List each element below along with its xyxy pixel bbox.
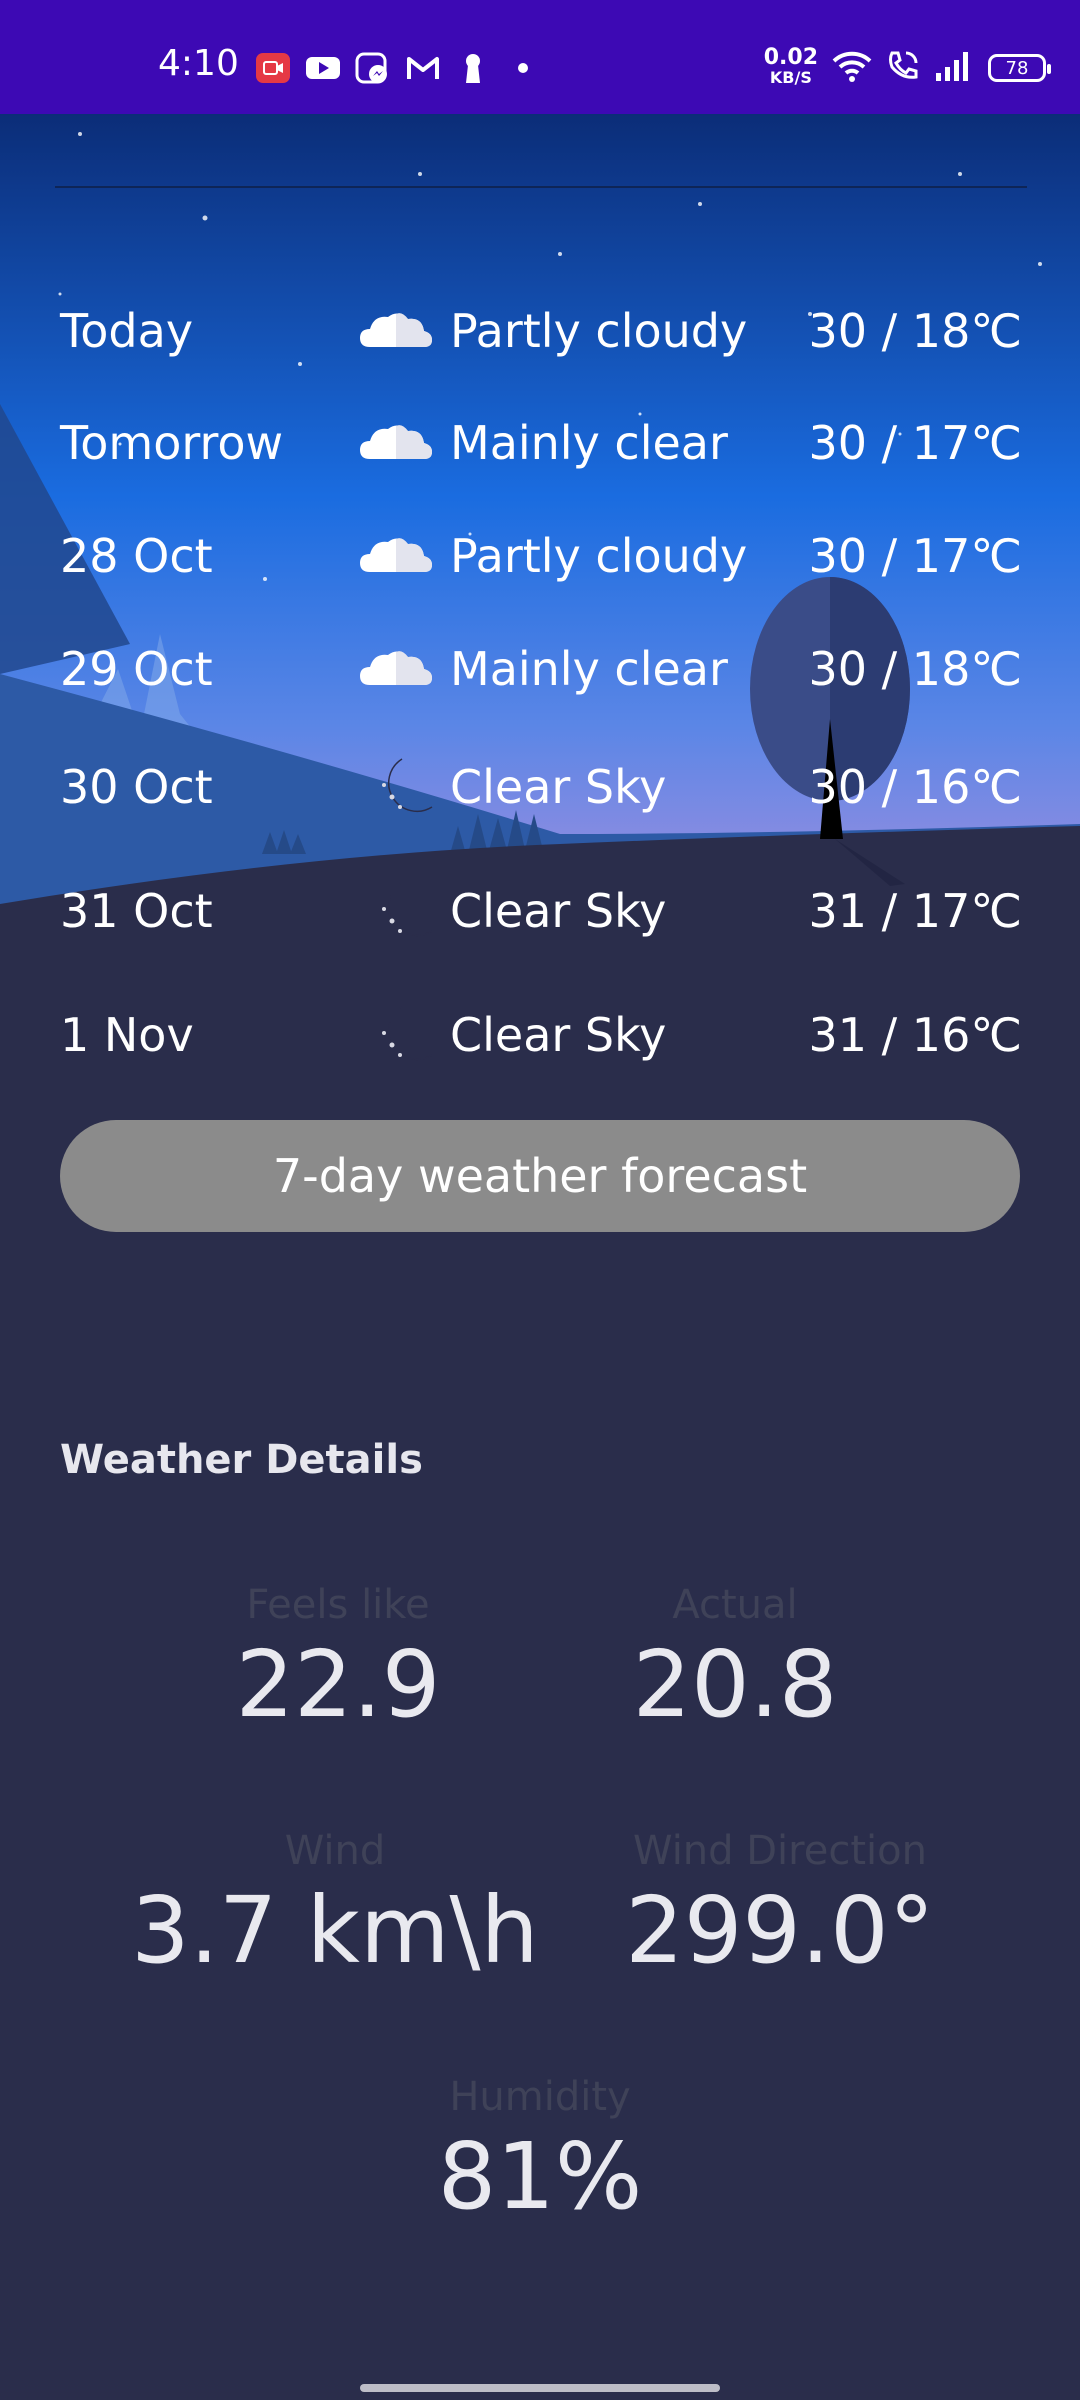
status-bar: 4:10 0.02 KB/S 78 <box>0 0 1080 114</box>
forecast-temp: 30 / 18℃ <box>808 304 1022 358</box>
wind-label: Wind <box>284 1828 386 1874</box>
partly-cloudy-icon <box>360 425 432 459</box>
status-time: 4:10 <box>158 43 239 84</box>
battery-icon: 78 <box>988 54 1051 82</box>
keyhole-icon <box>455 51 491 85</box>
forecast-temp: 31 / 17℃ <box>808 884 1022 938</box>
wind-direction-value: 299.0° <box>625 1877 935 1984</box>
forecast-day: Today <box>60 304 194 358</box>
seven-day-forecast-button[interactable]: 7-day weather forecast <box>60 1120 1020 1232</box>
humidity-label: Humidity <box>449 2074 631 2120</box>
youtube-icon <box>305 51 341 85</box>
crescent-moon-icon <box>382 882 433 937</box>
gmail-icon <box>405 51 441 85</box>
forecast-temp: 31 / 16℃ <box>808 1008 1022 1062</box>
network-speed: 0.02 KB/S <box>763 45 818 88</box>
actual-label: Actual <box>672 1582 798 1628</box>
forecast-day: 30 Oct <box>60 760 213 814</box>
actual-detail: Actual 20.8 <box>525 1580 945 1740</box>
forecast-temp: 30 / 18℃ <box>808 642 1022 696</box>
forecast-condition: Mainly clear <box>450 642 728 696</box>
screen-record-icon <box>255 51 291 85</box>
forecast-row[interactable]: Today Partly cloudy 30 / 18℃ <box>60 291 1022 371</box>
wind-direction-label: Wind Direction <box>633 1828 927 1874</box>
forecast-row[interactable]: 31 Oct Clear Sky 31 / 17℃ <box>60 871 1022 951</box>
partly-cloudy-icon <box>360 651 432 685</box>
forecast-condition: Clear Sky <box>450 760 667 814</box>
forecast-row[interactable]: 1 Nov Clear Sky 31 / 16℃ <box>60 995 1022 1075</box>
crescent-moon-icon <box>382 1006 433 1061</box>
forecast-condition: Mainly clear <box>450 416 728 470</box>
actual-value: 20.8 <box>632 1631 838 1738</box>
wind-value: 3.7 km\h <box>131 1877 539 1984</box>
humidity-detail: Humidity 81% <box>330 2072 750 2232</box>
feels-like-value: 22.9 <box>235 1631 441 1738</box>
feels-like-label: Feels like <box>246 1582 430 1628</box>
wind-direction-detail: Wind Direction 299.0° <box>570 1826 990 1986</box>
forecast-temp: 30 / 16℃ <box>808 760 1022 814</box>
system-icons: 0.02 KB/S 78 <box>763 40 1051 96</box>
partly-cloudy-icon <box>360 313 432 347</box>
signal-icon <box>934 49 974 87</box>
forecast-condition: Partly cloudy <box>450 529 748 583</box>
home-indicator[interactable] <box>360 2384 720 2392</box>
forecast-row[interactable]: 28 Oct Partly cloudy 30 / 17℃ <box>60 516 1022 596</box>
network-speed-unit: KB/S <box>769 68 812 87</box>
header-divider <box>55 186 1027 188</box>
forecast-condition: Partly cloudy <box>450 304 748 358</box>
forecast-day: Tomorrow <box>60 416 284 470</box>
forecast-day: 31 Oct <box>60 884 213 938</box>
forecast-condition: Clear Sky <box>450 884 667 938</box>
wifi-calling-icon <box>886 49 920 87</box>
battery-level: 78 <box>1005 57 1029 79</box>
forecast-condition: Clear Sky <box>450 1008 667 1062</box>
forecast-row[interactable]: 30 Oct Clear Sky 30 / 16℃ <box>60 747 1022 827</box>
notification-icons <box>255 48 541 88</box>
forecast-day: 29 Oct <box>60 642 213 696</box>
forecast-row[interactable]: 29 Oct Mainly clear 30 / 18℃ <box>60 629 1022 709</box>
forecast-row[interactable]: Tomorrow Mainly clear 30 / 17℃ <box>60 403 1022 483</box>
forecast-temp: 30 / 17℃ <box>808 529 1022 583</box>
forecast-day: 1 Nov <box>60 1008 194 1062</box>
forecast-temp: 30 / 17℃ <box>808 416 1022 470</box>
partly-cloudy-icon <box>360 538 432 572</box>
wind-detail: Wind 3.7 km\h <box>120 1826 550 1986</box>
weather-details-title: Weather Details <box>60 1437 423 1483</box>
crescent-moon-icon <box>382 758 433 813</box>
network-speed-value: 0.02 <box>763 45 818 70</box>
feels-like-detail: Feels like 22.9 <box>128 1580 548 1740</box>
humidity-value: 81% <box>437 2123 643 2230</box>
dot-icon <box>505 51 541 85</box>
wifi-icon <box>832 49 872 87</box>
forecast-day: 28 Oct <box>60 529 213 583</box>
messenger-icon <box>355 51 391 85</box>
